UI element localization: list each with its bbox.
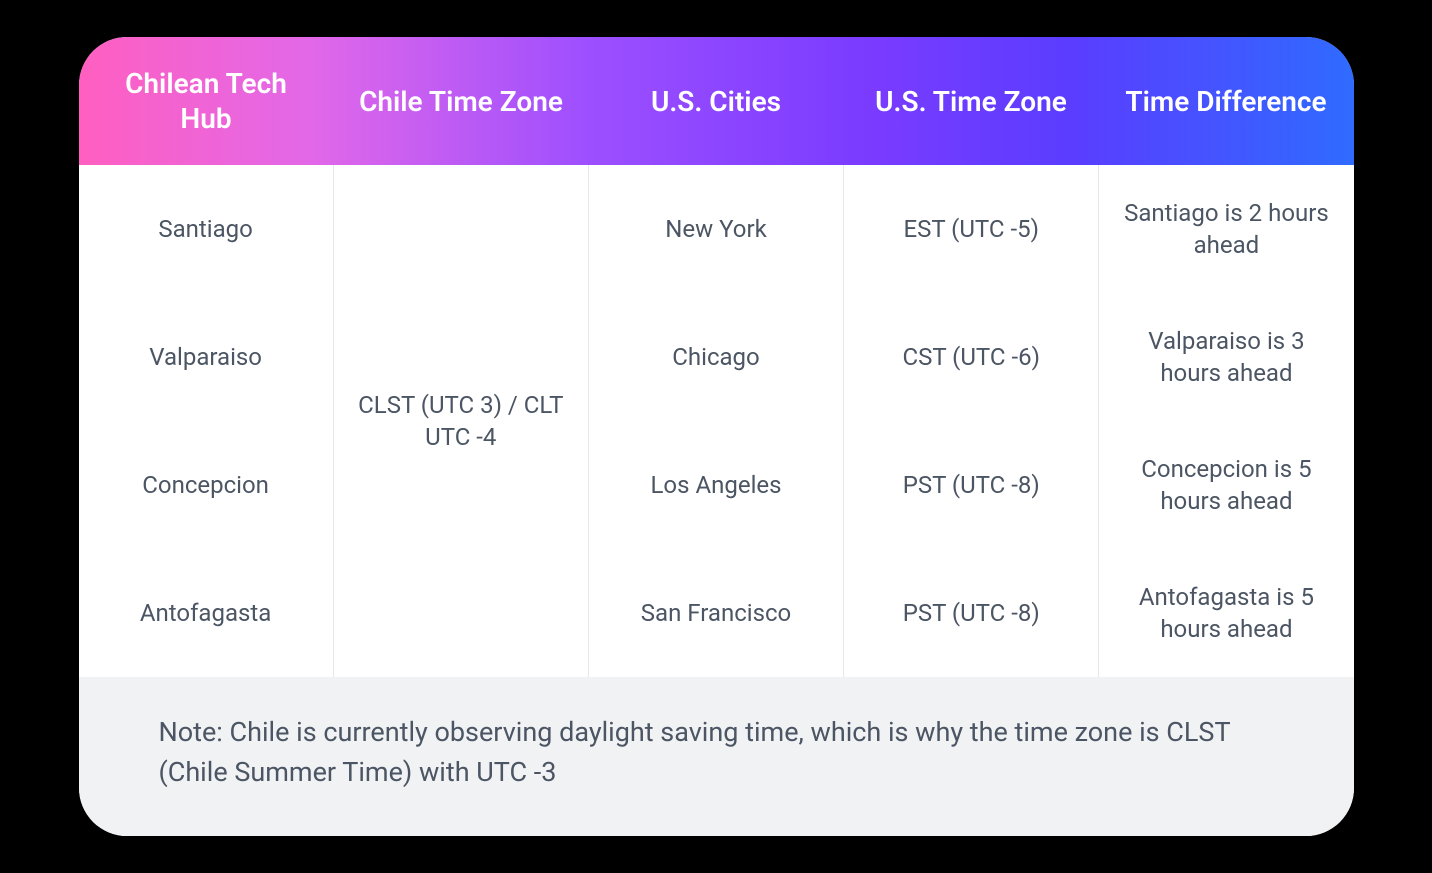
footer-note: Note: Chile is currently observing dayli… (79, 677, 1354, 835)
header-us-cities: U.S. Cities (589, 74, 844, 129)
cell-us-city: Chicago (589, 293, 843, 421)
cell-time-diff: Concepcion is 5 hours ahead (1099, 421, 1353, 549)
cell-us-tz: PST (UTC -8) (844, 549, 1098, 677)
cell-chilean-hub: Santiago (79, 165, 333, 293)
column-us-time-zone: EST (UTC -5) CST (UTC -6) PST (UTC -8) P… (844, 165, 1099, 677)
header-us-time-zone: U.S. Time Zone (844, 74, 1099, 129)
cell-chilean-hub: Valparaiso (79, 293, 333, 421)
cell-time-diff: Antofagasta is 5 hours ahead (1099, 549, 1353, 677)
cell-chile-tz-merged: CLST (UTC 3) / CLT UTC -4 (334, 165, 588, 677)
cell-chilean-hub: Concepcion (79, 421, 333, 549)
column-time-difference: Santiago is 2 hours ahead Valparaiso is … (1099, 165, 1353, 677)
column-us-cities: New York Chicago Los Angeles San Francis… (589, 165, 844, 677)
header-chile-time-zone: Chile Time Zone (334, 74, 589, 129)
table-header-row: Chilean Tech Hub Chile Time Zone U.S. Ci… (79, 37, 1354, 165)
column-chile-time-zone: CLST (UTC 3) / CLT UTC -4 (334, 165, 589, 677)
cell-chilean-hub: Antofagasta (79, 549, 333, 677)
cell-time-diff: Santiago is 2 hours ahead (1099, 165, 1353, 293)
cell-time-diff: Valparaiso is 3 hours ahead (1099, 293, 1353, 421)
cell-us-tz: EST (UTC -5) (844, 165, 1098, 293)
table-body: Santiago Valparaiso Concepcion Antofagas… (79, 165, 1354, 677)
header-chilean-tech-hub: Chilean Tech Hub (79, 56, 334, 146)
header-time-difference: Time Difference (1099, 74, 1354, 129)
cell-us-city: New York (589, 165, 843, 293)
cell-us-city: San Francisco (589, 549, 843, 677)
cell-us-tz: CST (UTC -6) (844, 293, 1098, 421)
cell-us-city: Los Angeles (589, 421, 843, 549)
timezone-table-card: Chilean Tech Hub Chile Time Zone U.S. Ci… (79, 37, 1354, 835)
cell-us-tz: PST (UTC -8) (844, 421, 1098, 549)
column-chilean-tech-hub: Santiago Valparaiso Concepcion Antofagas… (79, 165, 334, 677)
